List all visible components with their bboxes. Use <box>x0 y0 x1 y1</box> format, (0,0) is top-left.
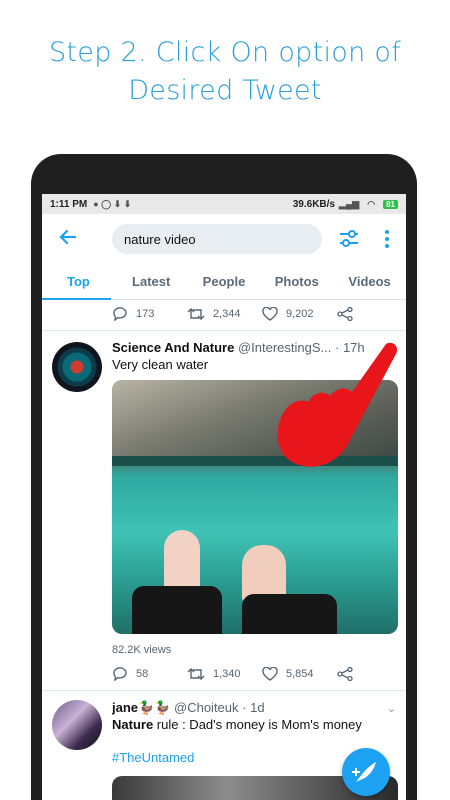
tweet-author[interactable]: jane🦆🦆 <box>112 700 170 715</box>
retweet-button[interactable]: 2,344 <box>187 307 262 321</box>
like-count: 5,854 <box>286 668 314 680</box>
retweet-icon <box>187 668 205 680</box>
share-button[interactable] <box>337 667 406 681</box>
share-icon <box>337 307 353 321</box>
tab-videos[interactable]: Videos <box>333 264 406 299</box>
heart-icon <box>262 667 278 681</box>
tweet-handle: @Choiteuk <box>174 700 239 715</box>
tweet-text: Very clean water <box>112 357 209 372</box>
like-count: 9,202 <box>286 308 314 320</box>
tab-top[interactable]: Top <box>42 264 115 300</box>
notification-icons: ● ◯ ⬇ ⬇ <box>93 198 132 209</box>
reply-icon <box>113 307 127 321</box>
reply-icon <box>113 667 127 681</box>
share-button[interactable] <box>337 307 406 321</box>
divider <box>42 330 406 331</box>
battery-icon: 81 <box>383 199 398 209</box>
like-button[interactable]: 5,854 <box>262 667 337 681</box>
avatar[interactable] <box>52 700 102 750</box>
tweet-time: · 1d <box>242 700 265 715</box>
tweet-actions: 58 1,340 5,854 <box>112 667 406 681</box>
tab-people[interactable]: People <box>188 264 261 299</box>
avatar[interactable] <box>52 342 102 392</box>
compose-button[interactable] <box>342 748 390 796</box>
reply-count: 173 <box>136 308 155 320</box>
net-speed: 39.6KB/s <box>292 198 335 210</box>
retweet-count: 2,344 <box>213 308 241 320</box>
sliders-icon[interactable] <box>338 228 360 250</box>
vertical-dots-icon[interactable] <box>380 228 394 250</box>
status-time: 1:11 PM <box>50 198 88 210</box>
tab-photos[interactable]: Photos <box>260 264 333 299</box>
tweet-header: jane🦆🦆 @Choiteuk · 1d <box>112 700 378 716</box>
status-bar: 1:11 PM ● ◯ ⬇ ⬇ 39.6KB/s ▂▄▆ ◠ 81 <box>42 194 406 214</box>
phone-screen: 1:11 PM ● ◯ ⬇ ⬇ 39.6KB/s ▂▄▆ ◠ 81 nature… <box>42 194 406 800</box>
page: Step 2. Click On option of Desired Tweet… <box>0 0 450 800</box>
divider <box>42 690 406 691</box>
like-button[interactable]: 9,202 <box>262 307 337 321</box>
wifi-icon: ◠ <box>367 198 376 209</box>
prev-tweet-actions: 173 2,344 9,202 <box>112 307 406 321</box>
share-icon <box>337 667 353 681</box>
pointer-hand-icon <box>277 342 398 467</box>
tab-latest[interactable]: Latest <box>115 264 188 299</box>
arrow-left-icon[interactable] <box>56 226 80 250</box>
heart-icon <box>262 307 278 321</box>
search-tabs: Top Latest People Photos Videos <box>42 264 406 300</box>
retweet-icon <box>187 308 205 320</box>
reply-button[interactable]: 58 <box>112 667 187 681</box>
view-count: 82.2K views <box>112 644 172 656</box>
tweet-author[interactable]: Science And Nature <box>112 340 234 355</box>
search-toolbar: nature video <box>42 214 406 262</box>
retweet-button[interactable]: 1,340 <box>187 667 262 681</box>
hashtag-link[interactable]: #TheUntamed <box>112 750 194 765</box>
page-title: Step 2. Click On option of Desired Tweet <box>48 37 402 106</box>
chevron-down-icon[interactable]: ⌄ <box>387 702 396 715</box>
signal-icon: ▂▄▆ <box>339 198 360 209</box>
tweet-text: Nature rule : Dad's money is Mom's money <box>112 717 362 732</box>
retweet-count: 1,340 <box>213 668 241 680</box>
reply-count: 58 <box>136 668 149 680</box>
compose-icon <box>352 762 376 782</box>
reply-button[interactable]: 173 <box>112 307 187 321</box>
search-input[interactable]: nature video <box>112 224 322 254</box>
